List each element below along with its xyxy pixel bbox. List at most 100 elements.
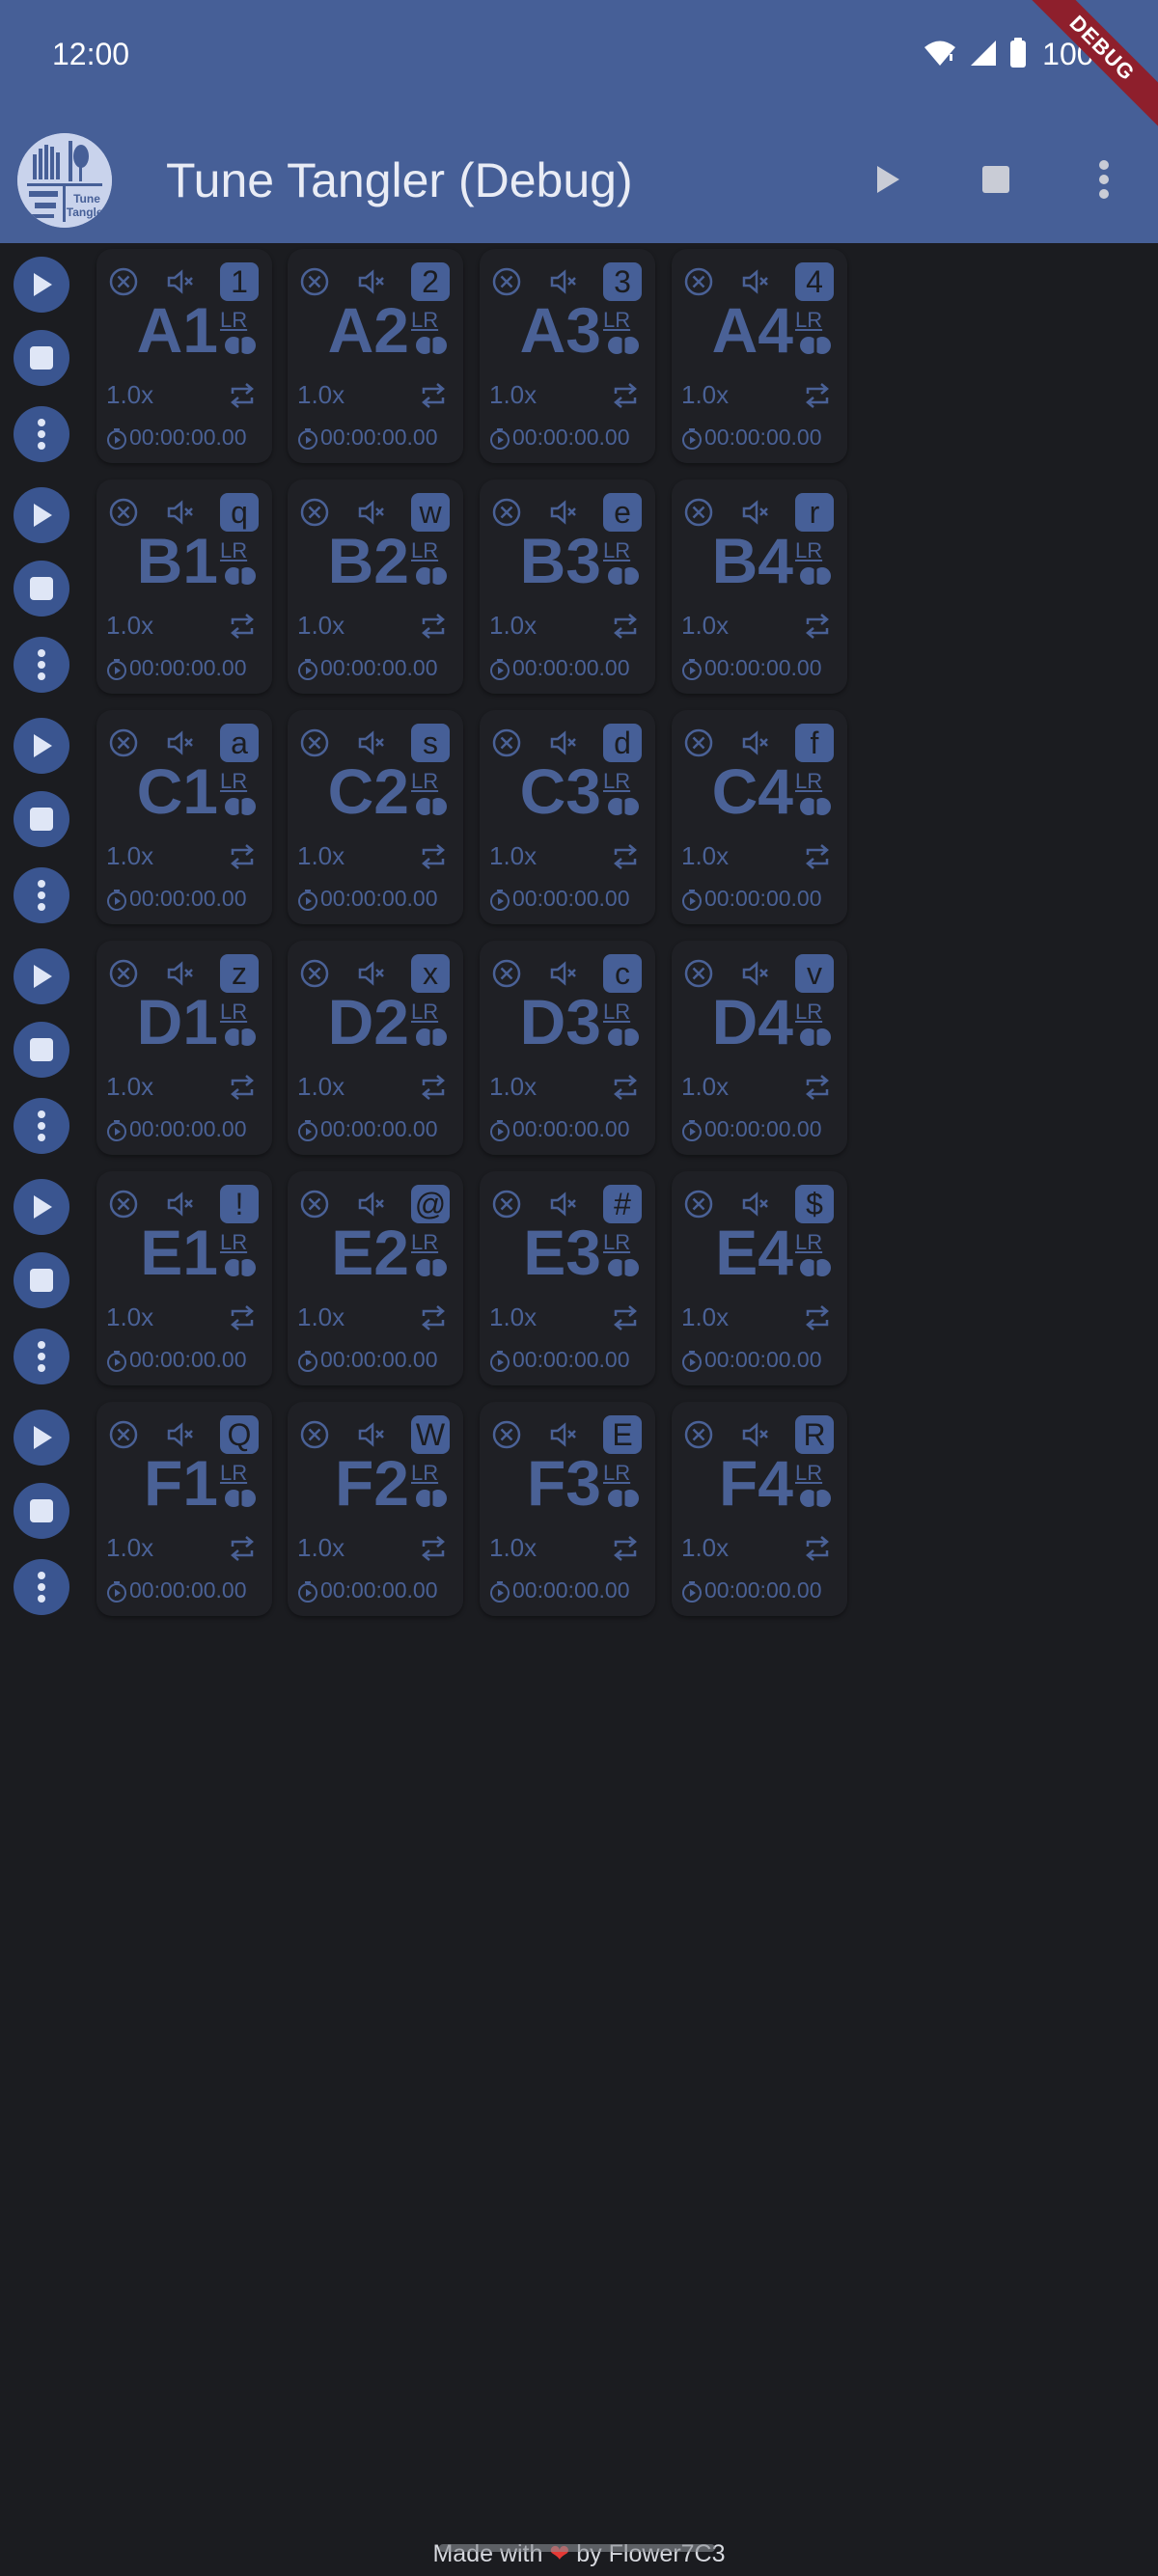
speed-label[interactable]: 1.0x xyxy=(681,1302,729,1332)
speed-label[interactable]: 1.0x xyxy=(681,841,729,871)
row-stop-button[interactable] xyxy=(14,1022,69,1078)
row-play-button[interactable] xyxy=(14,1179,69,1235)
speed-label[interactable]: 1.0x xyxy=(297,841,345,871)
loop-button[interactable] xyxy=(803,1535,832,1566)
balance-icon[interactable] xyxy=(222,795,259,822)
row-stop-button[interactable] xyxy=(14,330,69,386)
loop-button[interactable] xyxy=(228,613,257,644)
remove-track-button[interactable] xyxy=(108,266,139,301)
remove-track-button[interactable] xyxy=(683,266,714,301)
remove-track-button[interactable] xyxy=(491,727,522,762)
row-stop-button[interactable] xyxy=(14,1483,69,1539)
balance-icon[interactable] xyxy=(413,1026,450,1053)
speed-label[interactable]: 1.0x xyxy=(489,611,537,641)
row-more-button[interactable] xyxy=(14,406,69,462)
speed-label[interactable]: 1.0x xyxy=(489,1302,537,1332)
balance-icon[interactable] xyxy=(797,334,834,361)
track-tile[interactable]: s C2 LR 1.0x 00:00:00.00 xyxy=(288,710,463,924)
speed-label[interactable]: 1.0x xyxy=(106,380,153,410)
track-tile[interactable]: v D4 LR 1.0x 00:00:00.00 xyxy=(672,941,847,1155)
speed-label[interactable]: 1.0x xyxy=(297,1072,345,1102)
balance-icon[interactable] xyxy=(413,1256,450,1283)
balance-icon[interactable] xyxy=(797,1256,834,1283)
speed-label[interactable]: 1.0x xyxy=(106,1533,153,1563)
stop-all-button[interactable] xyxy=(942,116,1050,243)
loop-button[interactable] xyxy=(419,1535,448,1566)
row-stop-button[interactable] xyxy=(14,1252,69,1308)
remove-track-button[interactable] xyxy=(108,727,139,762)
balance-icon[interactable] xyxy=(222,1026,259,1053)
loop-button[interactable] xyxy=(803,613,832,644)
remove-track-button[interactable] xyxy=(299,727,330,762)
loop-button[interactable] xyxy=(803,1074,832,1105)
loop-button[interactable] xyxy=(228,1535,257,1566)
loop-button[interactable] xyxy=(611,613,640,644)
speed-label[interactable]: 1.0x xyxy=(681,611,729,641)
remove-track-button[interactable] xyxy=(108,1419,139,1454)
remove-track-button[interactable] xyxy=(491,497,522,532)
track-tile[interactable]: 2 A2 LR 1.0x 00:00:00.00 xyxy=(288,249,463,463)
row-more-button[interactable] xyxy=(14,1559,69,1615)
balance-icon[interactable] xyxy=(413,564,450,591)
loop-button[interactable] xyxy=(228,382,257,413)
play-all-button[interactable] xyxy=(834,116,942,243)
row-play-button[interactable] xyxy=(14,718,69,774)
balance-icon[interactable] xyxy=(605,564,642,591)
track-tile[interactable]: z D1 LR 1.0x 00:00:00.00 xyxy=(96,941,272,1155)
remove-track-button[interactable] xyxy=(683,497,714,532)
remove-track-button[interactable] xyxy=(491,1189,522,1223)
track-tile[interactable]: q B1 LR 1.0x 00:00:00.00 xyxy=(96,480,272,694)
loop-button[interactable] xyxy=(611,1535,640,1566)
loop-button[interactable] xyxy=(611,1074,640,1105)
remove-track-button[interactable] xyxy=(683,1419,714,1454)
row-stop-button[interactable] xyxy=(14,791,69,847)
speed-label[interactable]: 1.0x xyxy=(681,380,729,410)
track-tile[interactable]: c D3 LR 1.0x 00:00:00.00 xyxy=(480,941,655,1155)
remove-track-button[interactable] xyxy=(491,958,522,993)
row-play-button[interactable] xyxy=(14,1410,69,1466)
balance-icon[interactable] xyxy=(222,334,259,361)
row-play-button[interactable] xyxy=(14,257,69,313)
balance-icon[interactable] xyxy=(413,795,450,822)
speed-label[interactable]: 1.0x xyxy=(489,1072,537,1102)
track-tile[interactable]: ! E1 LR 1.0x 00:00:00.00 xyxy=(96,1171,272,1385)
speed-label[interactable]: 1.0x xyxy=(106,1302,153,1332)
balance-icon[interactable] xyxy=(605,1256,642,1283)
loop-button[interactable] xyxy=(419,382,448,413)
speed-label[interactable]: 1.0x xyxy=(106,841,153,871)
speed-label[interactable]: 1.0x xyxy=(106,611,153,641)
track-tile[interactable]: 3 A3 LR 1.0x 00:00:00.00 xyxy=(480,249,655,463)
balance-icon[interactable] xyxy=(413,334,450,361)
loop-button[interactable] xyxy=(611,1304,640,1335)
loop-button[interactable] xyxy=(611,382,640,413)
track-tile[interactable]: f C4 LR 1.0x 00:00:00.00 xyxy=(672,710,847,924)
loop-button[interactable] xyxy=(419,1304,448,1335)
remove-track-button[interactable] xyxy=(108,497,139,532)
remove-track-button[interactable] xyxy=(299,497,330,532)
remove-track-button[interactable] xyxy=(683,958,714,993)
remove-track-button[interactable] xyxy=(299,958,330,993)
balance-icon[interactable] xyxy=(605,1026,642,1053)
home-indicator[interactable] xyxy=(439,2544,715,2552)
speed-label[interactable]: 1.0x xyxy=(297,1302,345,1332)
remove-track-button[interactable] xyxy=(491,1419,522,1454)
balance-icon[interactable] xyxy=(605,795,642,822)
remove-track-button[interactable] xyxy=(108,958,139,993)
track-tile[interactable]: $ E4 LR 1.0x 00:00:00.00 xyxy=(672,1171,847,1385)
row-more-button[interactable] xyxy=(14,867,69,923)
track-tile[interactable]: R F4 LR 1.0x 00:00:00.00 xyxy=(672,1402,847,1616)
speed-label[interactable]: 1.0x xyxy=(681,1533,729,1563)
remove-track-button[interactable] xyxy=(299,1189,330,1223)
track-tile[interactable]: @ E2 LR 1.0x 00:00:00.00 xyxy=(288,1171,463,1385)
balance-icon[interactable] xyxy=(413,1487,450,1514)
remove-track-button[interactable] xyxy=(491,266,522,301)
speed-label[interactable]: 1.0x xyxy=(489,841,537,871)
loop-button[interactable] xyxy=(228,1074,257,1105)
track-tile[interactable]: w B2 LR 1.0x 00:00:00.00 xyxy=(288,480,463,694)
speed-label[interactable]: 1.0x xyxy=(297,1533,345,1563)
remove-track-button[interactable] xyxy=(108,1189,139,1223)
track-tile[interactable]: e B3 LR 1.0x 00:00:00.00 xyxy=(480,480,655,694)
loop-button[interactable] xyxy=(803,1304,832,1335)
balance-icon[interactable] xyxy=(605,334,642,361)
row-more-button[interactable] xyxy=(14,1098,69,1154)
